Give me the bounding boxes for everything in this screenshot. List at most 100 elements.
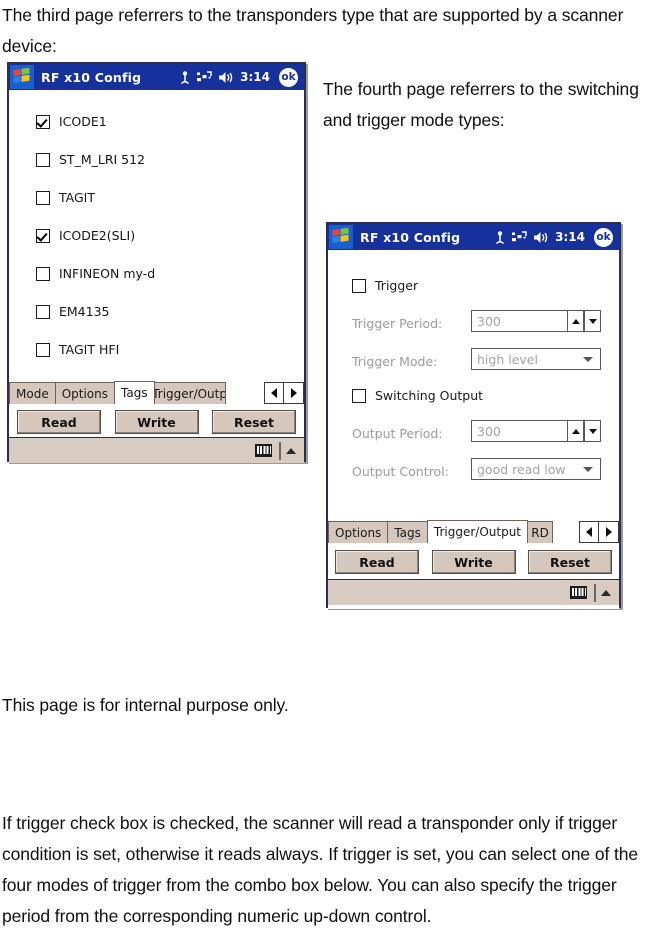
output-control-label: Output Control: [352,464,449,479]
tab-strip: Mode Options Tags Trigger/Outp [9,381,304,404]
tab-prev-button[interactable] [579,521,599,543]
tab-label: Trigger/Outp [153,386,226,401]
windows-flag-icon[interactable] [329,225,353,249]
checkbox-icode1[interactable] [36,114,50,129]
output-period-label: Output Period: [352,426,443,441]
titlebar-icons: 3:14 ok [494,227,619,247]
reset-button[interactable]: Reset [212,410,296,434]
tab-rd[interactable]: RD [527,521,554,543]
tab-strip: Options Tags Trigger/Output RD [328,520,619,543]
right-arrow-icon [290,388,297,398]
checkbox-row-tagit[interactable]: TAGIT [36,190,95,205]
tab-options[interactable]: Options [328,521,389,543]
connectivity-icon[interactable] [512,230,527,244]
up-arrow-icon [571,428,580,434]
speaker-icon[interactable] [218,71,234,84]
trigger-period-input[interactable]: 300 [471,310,567,332]
trigger-page-body: Trigger Trigger Period: 300 Trigger Mode… [328,250,619,609]
tab-nav [264,382,304,404]
button-label: Reset [550,554,590,570]
keyboard-icon[interactable] [570,586,588,599]
keyboard-icon[interactable] [255,444,273,457]
tab-options[interactable]: Options [54,382,116,404]
output-period-down-button[interactable] [584,420,601,442]
write-button[interactable]: Write [431,550,516,574]
checkbox-label: TAGIT HFI [59,342,120,357]
checkbox-label: Trigger [375,278,419,293]
checkbox-row-switching-output[interactable]: Switching Output [352,388,483,403]
checkbox-infineon-my-d[interactable] [36,266,50,281]
tab-tags[interactable]: Tags [114,381,155,404]
output-control-combo[interactable]: good read low [471,458,601,480]
left-arrow-icon [586,527,592,537]
down-arrow-icon [588,318,597,324]
checkbox-label: ICODE2(SLI) [59,228,136,243]
button-label: Write [454,554,493,570]
tab-label: Mode [16,386,49,401]
trigger-period-spinner[interactable]: 300 [471,310,601,332]
window-title: RF x10 Config [41,69,142,85]
tab-next-button[interactable] [599,521,619,543]
internal-purpose-paragraph: This page is for internal purpose only. [2,695,289,715]
checkbox-tagit-hfi[interactable] [36,342,50,357]
read-button[interactable]: Read [335,550,419,574]
checkbox-tagit[interactable] [36,190,50,205]
titlebar: RF x10 Config 3:14 ok [328,224,619,250]
speaker-icon[interactable] [533,231,549,244]
trigger-period-up-button[interactable] [567,310,584,332]
up-arrow-icon[interactable] [286,447,296,454]
tab-tags[interactable]: Tags [387,521,428,543]
checkbox-label: Switching Output [375,388,484,403]
left-arrow-icon [271,388,277,398]
up-arrow-icon[interactable] [601,589,611,596]
windows-flag-icon[interactable] [10,65,34,89]
action-button-bar: Read Write Reset [328,550,619,574]
checkbox-icode2-sli[interactable] [36,228,50,243]
trigger-period-label: Trigger Period: [352,316,443,331]
divider [594,583,596,602]
ok-button[interactable]: ok [594,227,613,247]
checkbox-st-m-lri-512[interactable] [36,152,50,167]
checkbox-label: INFINEON my-d [59,266,156,281]
checkbox-row-trigger[interactable]: Trigger [352,278,418,293]
tab-prev-button[interactable] [264,382,284,404]
trigger-mode-value: high level [477,351,538,367]
ok-button[interactable]: ok [279,67,298,87]
tab-trigger-output[interactable]: Trigger/Output [426,520,529,543]
checkbox-row-st-m-lri-512[interactable]: ST_M_LRI 512 [36,152,145,167]
checkbox-row-em4135[interactable]: EM4135 [36,304,110,319]
output-period-up-button[interactable] [567,420,584,442]
output-period-input[interactable]: 300 [471,420,567,442]
window-title: RF x10 Config [360,229,461,245]
checkbox-row-infineon-my-d[interactable]: INFINEON my-d [36,266,155,281]
trigger-mode-combo[interactable]: high level [471,348,601,370]
tab-label: Options [61,386,109,401]
checkbox-switching-output[interactable] [352,388,366,403]
tab-label: Tags [121,386,148,400]
clock-time[interactable]: 3:14 [240,70,270,84]
read-button[interactable]: Read [17,410,101,434]
checkbox-row-icode1[interactable]: ICODE1 [36,114,107,129]
reset-button[interactable]: Reset [528,550,612,574]
write-button[interactable]: Write [114,410,199,434]
tab-label: Tags [394,525,421,540]
connectivity-icon[interactable] [197,70,212,84]
sip-bar [9,437,304,463]
output-period-spinner[interactable]: 300 [471,420,601,442]
titlebar: RF x10 Config 3:14 ok [9,64,304,90]
titlebar-icons: 3:14 ok [179,67,304,87]
clock-time[interactable]: 3:14 [555,230,585,244]
tab-mode[interactable]: Mode [9,382,56,404]
checkbox-trigger[interactable] [352,278,366,293]
fourth-page-paragraph: The fourth page referrers to the switchi… [323,79,639,130]
signal-icon[interactable] [179,70,191,85]
tab-next-button[interactable] [284,382,304,404]
tab-trigger-output[interactable]: Trigger/Outp [153,382,226,404]
checkbox-row-icode2-sli[interactable]: ICODE2(SLI) [36,228,135,243]
checkbox-em4135[interactable] [36,304,50,319]
trigger-description-paragraph: If trigger check box is checked, the sca… [2,813,639,926]
signal-icon[interactable] [494,230,506,245]
trigger-period-down-button[interactable] [584,310,601,332]
tab-label: Trigger/Output [433,525,522,539]
checkbox-row-tagit-hfi[interactable]: TAGIT HFI [36,342,119,357]
